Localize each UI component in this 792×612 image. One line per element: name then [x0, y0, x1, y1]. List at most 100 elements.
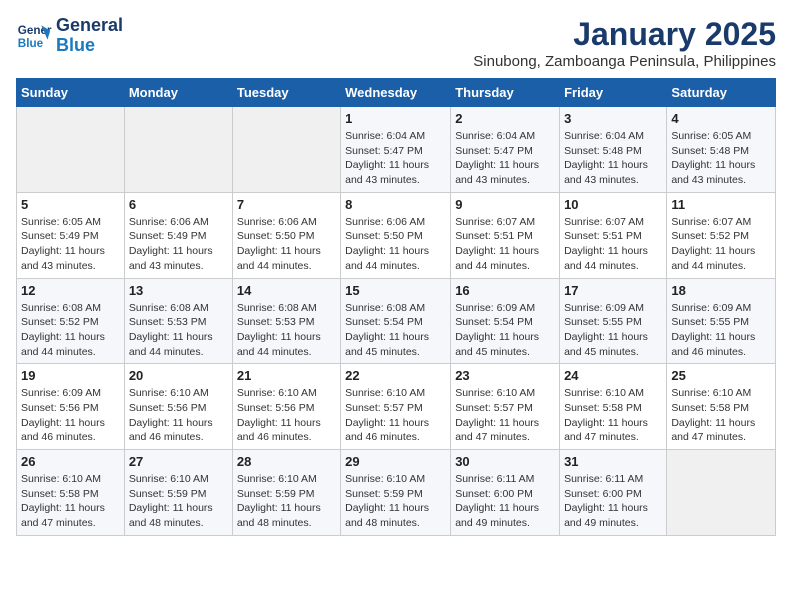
column-header-tuesday: Tuesday — [232, 79, 340, 107]
calendar-cell: 25 Sunrise: 6:10 AM Sunset: 5:58 PM Dayli… — [667, 364, 776, 450]
day-number: 15 — [345, 283, 446, 298]
day-number: 2 — [455, 111, 555, 126]
day-info: Sunrise: 6:07 AM Sunset: 5:52 PM Dayligh… — [671, 215, 771, 274]
calendar-cell — [232, 107, 340, 193]
day-info: Sunrise: 6:07 AM Sunset: 5:51 PM Dayligh… — [564, 215, 662, 274]
day-number: 4 — [671, 111, 771, 126]
calendar-cell: 18Sunrise: 6:09 AM Sunset: 5:55 PM Dayli… — [667, 278, 776, 364]
calendar-cell: 29 Sunrise: 6:10 AM Sunset: 5:59 PM Dayli… — [341, 450, 451, 536]
week-row-5: 26 Sunrise: 6:10 AM Sunset: 5:58 PM Dayli… — [17, 450, 776, 536]
day-number: 20 — [129, 368, 228, 383]
logo-text-blue: Blue — [56, 36, 123, 56]
day-info: Sunrise: 6:04 AM Sunset: 5:47 PM Dayligh… — [455, 129, 555, 188]
day-info: Sunrise: 6:06 AM Sunset: 5:50 PM Dayligh… — [345, 215, 446, 274]
column-header-saturday: Saturday — [667, 79, 776, 107]
calendar-cell: 6 Sunrise: 6:06 AM Sunset: 5:49 PM Daylig… — [124, 192, 232, 278]
day-number: 1 — [345, 111, 446, 126]
calendar-cell: 15 Sunrise: 6:08 AM Sunset: 5:54 PM Dayli… — [341, 278, 451, 364]
day-number: 26 — [21, 454, 120, 469]
day-number: 10 — [564, 197, 662, 212]
calendar-cell: 8Sunrise: 6:06 AM Sunset: 5:50 PM Daylig… — [341, 192, 451, 278]
day-number: 21 — [237, 368, 336, 383]
svg-text:Blue: Blue — [18, 37, 44, 50]
day-number: 31 — [564, 454, 662, 469]
day-info: Sunrise: 6:09 AM Sunset: 5:54 PM Dayligh… — [455, 301, 555, 360]
title-block: January 2025 Sinubong, Zamboanga Peninsu… — [473, 16, 776, 70]
day-number: 3 — [564, 111, 662, 126]
day-info: Sunrise: 6:09 AM Sunset: 5:56 PM Dayligh… — [21, 386, 120, 445]
day-info: Sunrise: 6:10 AM Sunset: 5:57 PM Dayligh… — [345, 386, 446, 445]
day-info: Sunrise: 6:10 AM Sunset: 5:58 PM Dayligh… — [671, 386, 771, 445]
day-number: 19 — [21, 368, 120, 383]
day-info: Sunrise: 6:08 AM Sunset: 5:54 PM Dayligh… — [345, 301, 446, 360]
day-number: 5 — [21, 197, 120, 212]
calendar-cell: 7Sunrise: 6:06 AM Sunset: 5:50 PM Daylig… — [232, 192, 340, 278]
logo: General Blue General Blue — [16, 16, 123, 56]
week-row-4: 19 Sunrise: 6:09 AM Sunset: 5:56 PM Dayli… — [17, 364, 776, 450]
calendar-cell: 19 Sunrise: 6:09 AM Sunset: 5:56 PM Dayli… — [17, 364, 125, 450]
day-number: 6 — [129, 197, 228, 212]
day-number: 18 — [671, 283, 771, 298]
calendar-cell: 30 Sunrise: 6:11 AM Sunset: 6:00 PM Dayli… — [451, 450, 560, 536]
calendar-cell — [124, 107, 232, 193]
day-number: 16 — [455, 283, 555, 298]
calendar-cell — [667, 450, 776, 536]
calendar-cell: 1 Sunrise: 6:04 AM Sunset: 5:47 PM Daylig… — [341, 107, 451, 193]
calendar-cell: 24Sunrise: 6:10 AM Sunset: 5:58 PM Dayli… — [560, 364, 667, 450]
day-number: 11 — [671, 197, 771, 212]
calendar-cell: 3Sunrise: 6:04 AM Sunset: 5:48 PM Daylig… — [560, 107, 667, 193]
calendar-header: SundayMondayTuesdayWednesdayThursdayFrid… — [17, 79, 776, 107]
calendar-cell: 2 Sunrise: 6:04 AM Sunset: 5:47 PM Daylig… — [451, 107, 560, 193]
day-number: 12 — [21, 283, 120, 298]
week-row-2: 5 Sunrise: 6:05 AM Sunset: 5:49 PM Daylig… — [17, 192, 776, 278]
day-number: 14 — [237, 283, 336, 298]
day-number: 28 — [237, 454, 336, 469]
day-info: Sunrise: 6:10 AM Sunset: 5:58 PM Dayligh… — [21, 472, 120, 531]
calendar-cell: 16 Sunrise: 6:09 AM Sunset: 5:54 PM Dayli… — [451, 278, 560, 364]
day-info: Sunrise: 6:10 AM Sunset: 5:59 PM Dayligh… — [345, 472, 446, 531]
day-number: 7 — [237, 197, 336, 212]
day-info: Sunrise: 6:05 AM Sunset: 5:49 PM Dayligh… — [21, 215, 120, 274]
calendar-cell: 9Sunrise: 6:07 AM Sunset: 5:51 PM Daylig… — [451, 192, 560, 278]
day-info: Sunrise: 6:10 AM Sunset: 5:57 PM Dayligh… — [455, 386, 555, 445]
day-info: Sunrise: 6:08 AM Sunset: 5:53 PM Dayligh… — [237, 301, 336, 360]
calendar-cell: 17 Sunrise: 6:09 AM Sunset: 5:55 PM Dayli… — [560, 278, 667, 364]
calendar-cell: 21 Sunrise: 6:10 AM Sunset: 5:56 PM Dayli… — [232, 364, 340, 450]
day-number: 25 — [671, 368, 771, 383]
day-number: 17 — [564, 283, 662, 298]
day-info: Sunrise: 6:08 AM Sunset: 5:52 PM Dayligh… — [21, 301, 120, 360]
calendar-cell: 27 Sunrise: 6:10 AM Sunset: 5:59 PM Dayli… — [124, 450, 232, 536]
day-info: Sunrise: 6:10 AM Sunset: 5:59 PM Dayligh… — [129, 472, 228, 531]
day-info: Sunrise: 6:06 AM Sunset: 5:49 PM Dayligh… — [129, 215, 228, 274]
calendar-cell: 26 Sunrise: 6:10 AM Sunset: 5:58 PM Dayli… — [17, 450, 125, 536]
day-info: Sunrise: 6:11 AM Sunset: 6:00 PM Dayligh… — [455, 472, 555, 531]
day-number: 23 — [455, 368, 555, 383]
calendar-title: January 2025 — [473, 16, 776, 53]
calendar-subtitle: Sinubong, Zamboanga Peninsula, Philippin… — [473, 53, 776, 70]
column-header-thursday: Thursday — [451, 79, 560, 107]
day-number: 27 — [129, 454, 228, 469]
day-info: Sunrise: 6:08 AM Sunset: 5:53 PM Dayligh… — [129, 301, 228, 360]
day-number: 9 — [455, 197, 555, 212]
day-info: Sunrise: 6:11 AM Sunset: 6:00 PM Dayligh… — [564, 472, 662, 531]
calendar-cell — [17, 107, 125, 193]
week-row-3: 12 Sunrise: 6:08 AM Sunset: 5:52 PM Dayli… — [17, 278, 776, 364]
calendar-cell: 20 Sunrise: 6:10 AM Sunset: 5:56 PM Dayli… — [124, 364, 232, 450]
calendar-cell: 31 Sunrise: 6:11 AM Sunset: 6:00 PM Dayli… — [560, 450, 667, 536]
column-header-friday: Friday — [560, 79, 667, 107]
day-info: Sunrise: 6:10 AM Sunset: 5:56 PM Dayligh… — [237, 386, 336, 445]
day-info: Sunrise: 6:04 AM Sunset: 5:47 PM Dayligh… — [345, 129, 446, 188]
calendar-cell: 28Sunrise: 6:10 AM Sunset: 5:59 PM Dayli… — [232, 450, 340, 536]
calendar-cell: 11 Sunrise: 6:07 AM Sunset: 5:52 PM Dayli… — [667, 192, 776, 278]
column-header-wednesday: Wednesday — [341, 79, 451, 107]
day-number: 30 — [455, 454, 555, 469]
logo-icon: General Blue — [16, 18, 52, 54]
column-header-monday: Monday — [124, 79, 232, 107]
calendar-cell: 14 Sunrise: 6:08 AM Sunset: 5:53 PM Dayli… — [232, 278, 340, 364]
day-info: Sunrise: 6:10 AM Sunset: 5:56 PM Dayligh… — [129, 386, 228, 445]
calendar-cell: 4Sunrise: 6:05 AM Sunset: 5:48 PM Daylig… — [667, 107, 776, 193]
day-number: 29 — [345, 454, 446, 469]
calendar-cell: 5 Sunrise: 6:05 AM Sunset: 5:49 PM Daylig… — [17, 192, 125, 278]
page-header: General Blue General Blue January 2025 S… — [16, 16, 776, 70]
day-info: Sunrise: 6:09 AM Sunset: 5:55 PM Dayligh… — [564, 301, 662, 360]
